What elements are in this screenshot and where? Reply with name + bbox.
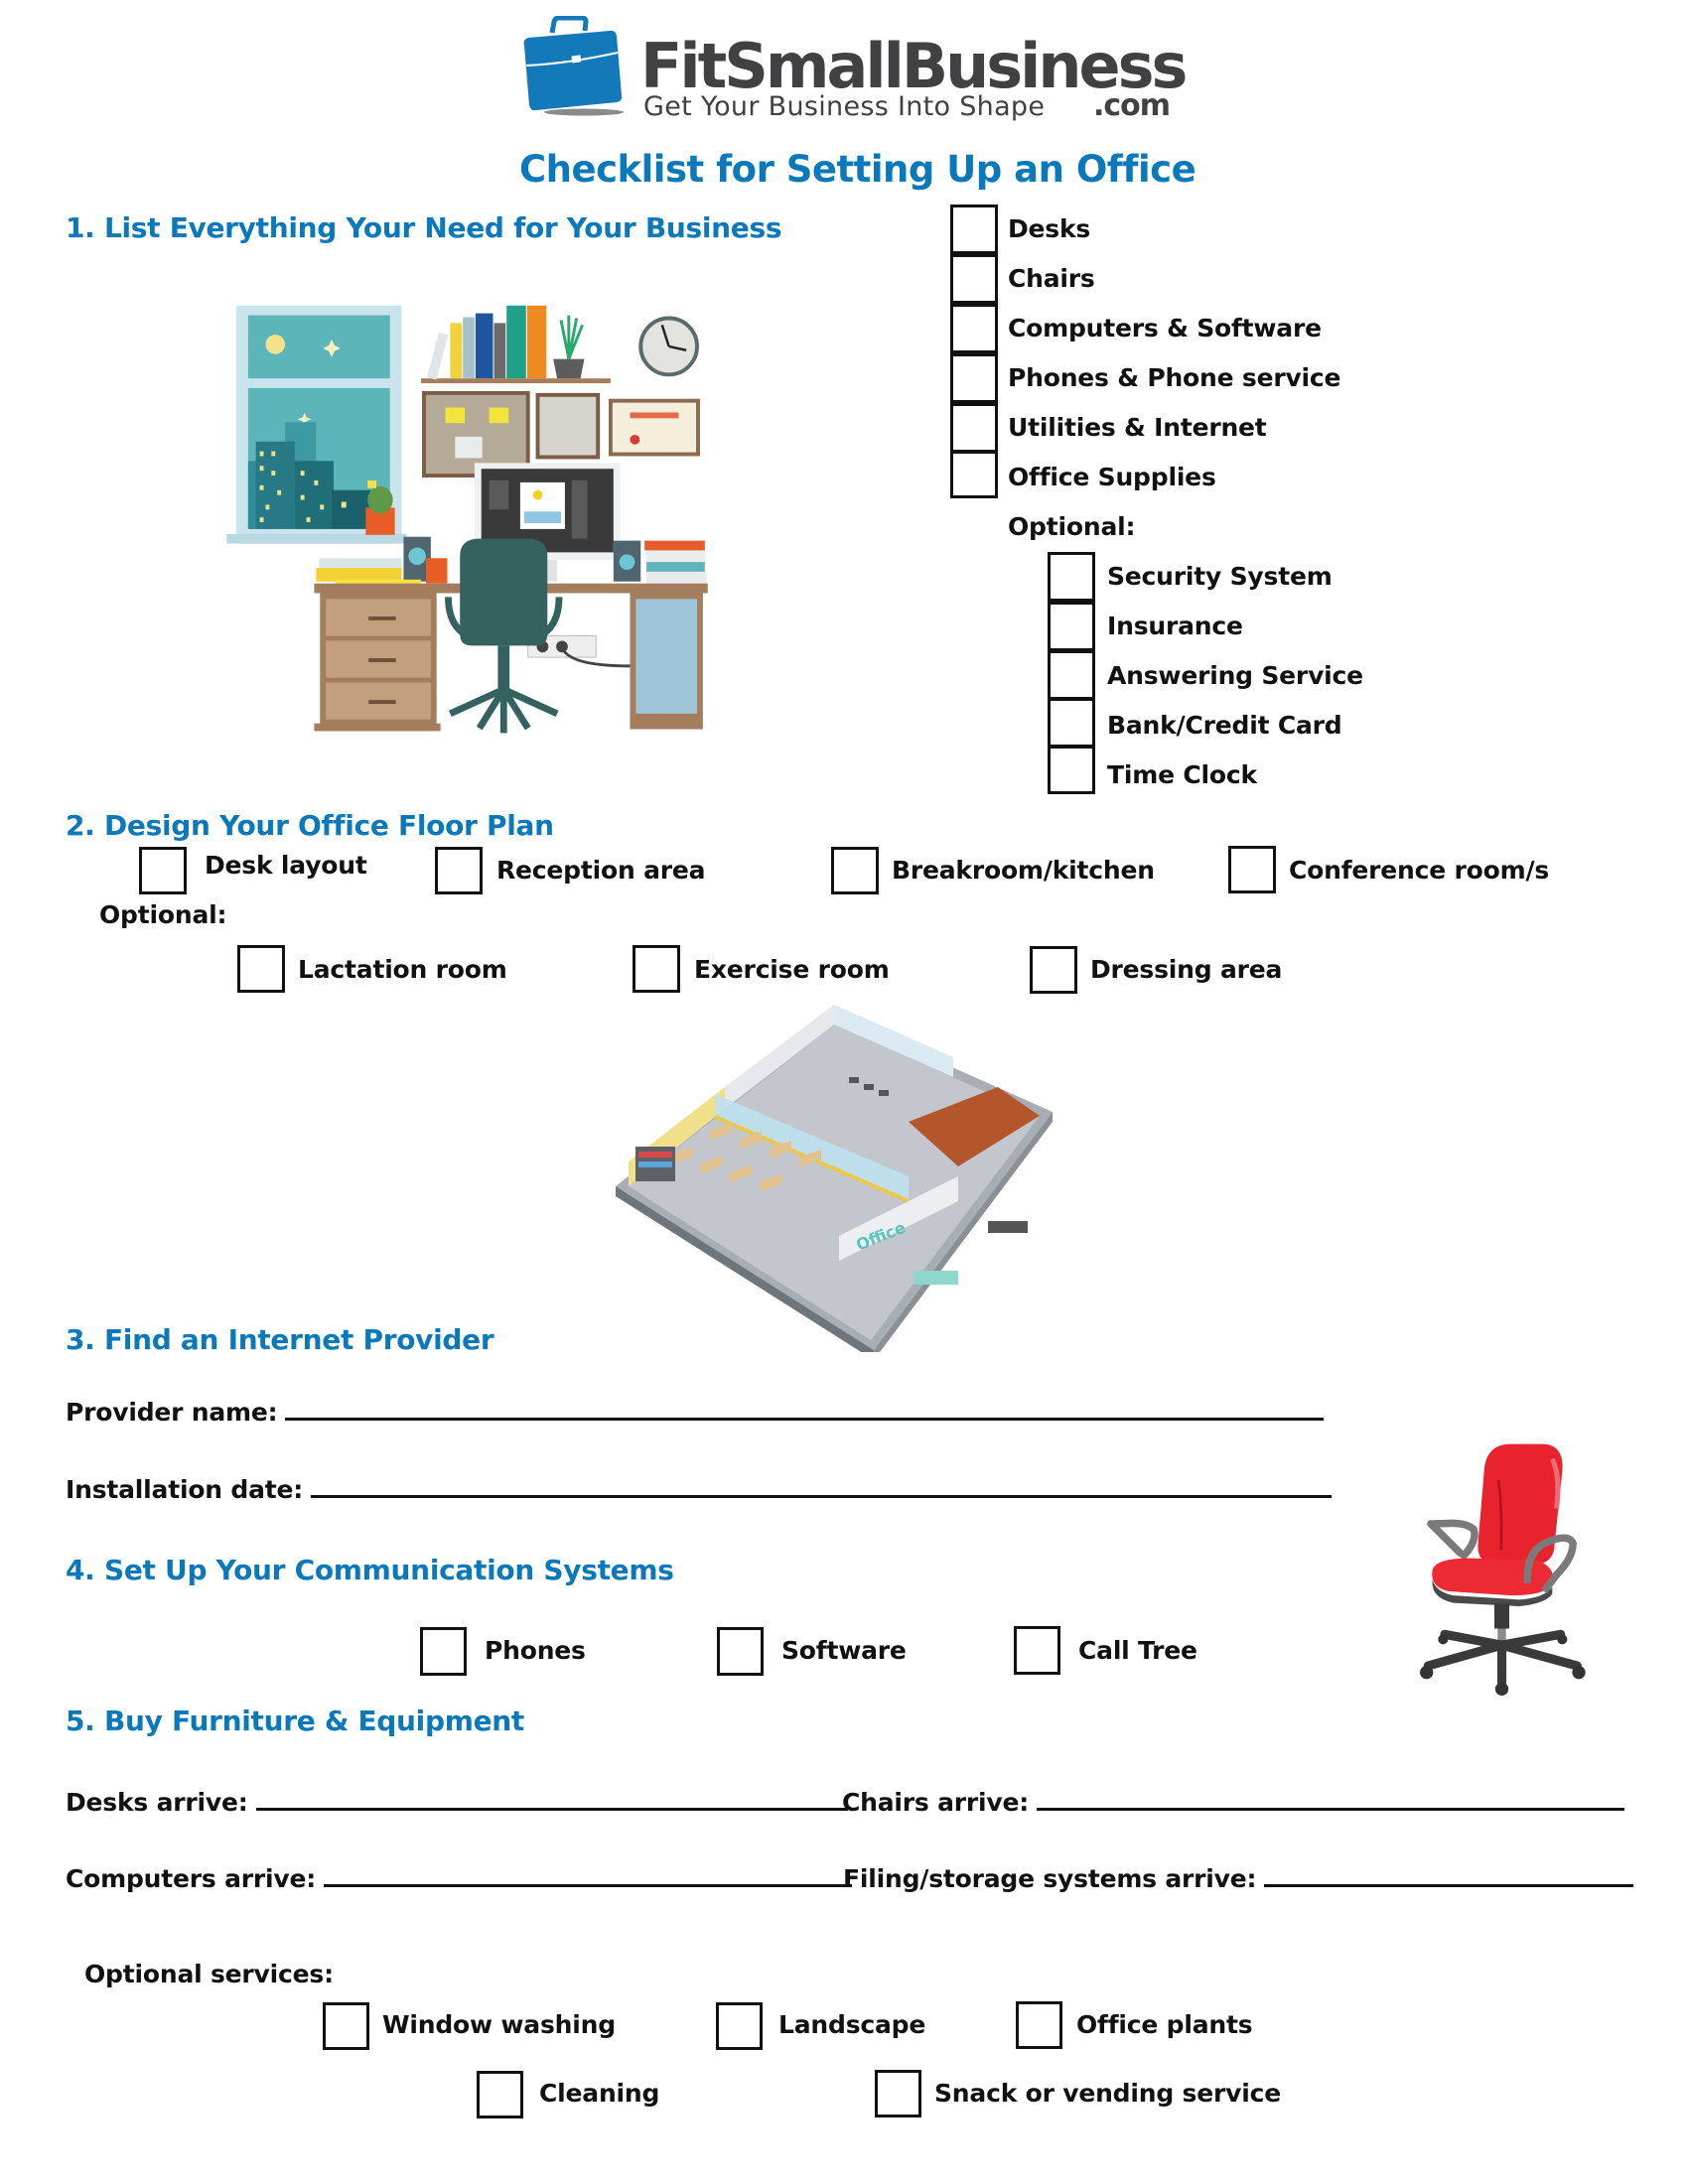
checklist-item-label: Conference room/s [1289,856,1550,885]
desks-arrive-input[interactable] [255,1808,848,1811]
section-2-optional-label: Optional: [99,900,227,929]
checkbox[interactable] [1016,2001,1062,2049]
checkbox[interactable] [950,254,998,304]
checklist-item-label: Insurance [1107,612,1243,640]
chairs-arrive-field: Chairs arrive: [842,1788,1625,1817]
field-label: Chairs arrive: [842,1788,1030,1817]
checklist-item-label: Software [781,1636,907,1665]
isometric-office-floor-plan-illustration: Office [611,1003,1057,1352]
checkbox[interactable] [717,1627,764,1676]
checkbox[interactable] [1048,746,1095,794]
filing-storage-arrive-field: Filing/storage systems arrive: [843,1864,1634,1893]
provider-name-field: Provider name: [66,1398,1325,1427]
checklist-item-label: Phones [485,1636,586,1665]
checkbox[interactable] [950,353,998,403]
checkbox[interactable] [1048,602,1095,651]
page-title: Checklist for Setting Up an Office [519,148,1196,191]
checkbox[interactable] [1030,946,1077,994]
section-5-heading: 5. Buy Furniture & Equipment [66,1705,525,1737]
home-office-desk-illustration [226,296,713,752]
checklist-item-label: Time Clock [1107,760,1257,789]
red-office-chair-illustration [1395,1408,1594,1725]
checklist-item-label: Cleaning [539,2079,660,2108]
section-1-heading: 1. List Everything Your Need for Your Bu… [66,211,782,244]
checklist-item-label: Window washing [382,2010,616,2039]
checklist-item-label: Computers & Software [1008,314,1322,342]
checklist-item-label: Call Tree [1078,1636,1197,1665]
checkbox[interactable] [323,2002,369,2050]
checkbox[interactable] [950,205,998,254]
field-label: Filing/storage systems arrive: [843,1864,1257,1893]
computers-arrive-field: Computers arrive: [66,1864,853,1893]
field-label: Provider name: [66,1398,278,1427]
checklist-item-label: Desks [1008,214,1091,243]
installation-date-input[interactable] [311,1495,1333,1498]
checkbox[interactable] [435,847,483,894]
brand-logo: FitSmallBusiness Get Your Business Into … [518,16,1188,123]
checkbox[interactable] [875,2070,921,2117]
checkbox[interactable] [1014,1626,1060,1675]
brand-domain-suffix: .com [1093,88,1171,123]
computers-arrive-input[interactable] [324,1884,853,1887]
checkbox[interactable] [950,304,998,353]
desks-arrive-field: Desks arrive: [66,1790,848,1815]
checklist-item-label: Reception area [496,856,706,885]
field-label: Desks arrive: [66,1788,248,1817]
checklist-item-label: Desk layout [205,851,367,880]
checkbox[interactable] [1048,650,1095,700]
brand-tagline: Get Your Business Into Shape [643,91,1046,122]
checklist-item-label: Office plants [1076,2010,1253,2039]
checkbox[interactable] [139,847,187,894]
checkbox[interactable] [237,945,285,993]
section-2-heading: 2. Design Your Office Floor Plan [66,809,554,842]
checklist-item-label: Breakroom/kitchen [892,856,1155,885]
checkbox[interactable] [477,2071,523,2118]
checklist-item-label: Bank/Credit Card [1107,711,1342,740]
field-label: Installation date: [66,1475,304,1504]
checklist-item-label: Chairs [1008,264,1095,293]
briefcase-icon [518,16,630,117]
field-label: Computers arrive: [66,1864,317,1893]
checklist-item-label: Answering Service [1107,661,1363,690]
installation-date-field: Installation date: [66,1475,1333,1504]
checklist-item-label: Security System [1107,562,1333,591]
checkbox[interactable] [420,1627,467,1676]
checkbox[interactable] [1048,552,1095,602]
checkbox[interactable] [633,945,680,993]
filing-storage-arrive-input[interactable] [1264,1884,1634,1887]
checkbox[interactable] [950,451,998,498]
section-1-optional-label: Optional: [1008,512,1136,541]
checklist-item-label: Utilities & Internet [1008,413,1267,442]
section-5-optional-label: Optional services: [84,1960,334,1988]
checklist-item-label: Dressing area [1090,955,1283,984]
checkbox[interactable] [716,2002,763,2050]
chairs-arrive-input[interactable] [1037,1808,1625,1811]
checkbox[interactable] [1228,846,1276,893]
checklist-item-label: Exercise room [694,955,890,984]
checklist-item-label: Phones & Phone service [1008,363,1341,392]
checkbox[interactable] [950,403,998,453]
section-4-heading: 4. Set Up Your Communication Systems [66,1554,674,1586]
section-3-heading: 3. Find an Internet Provider [66,1323,494,1356]
checkbox[interactable] [831,847,879,894]
checkbox[interactable] [1048,698,1095,748]
checklist-item-label: Lactation room [298,955,507,984]
provider-name-input[interactable] [285,1418,1325,1421]
checklist-item-label: Landscape [778,2010,926,2039]
checklist-item-label: Snack or vending service [934,2079,1281,2108]
checklist-item-label: Office Supplies [1008,463,1216,491]
